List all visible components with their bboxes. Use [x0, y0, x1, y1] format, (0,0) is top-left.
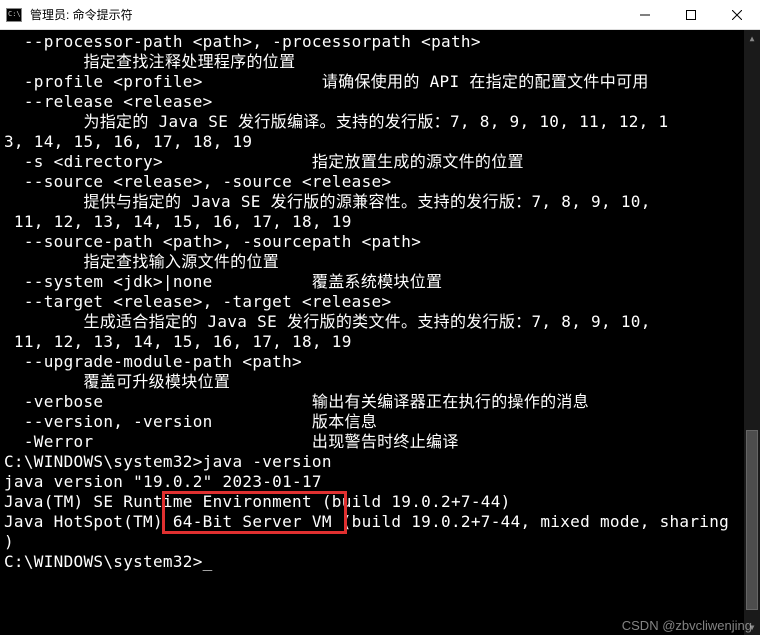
- scroll-thumb[interactable]: [746, 430, 758, 610]
- terminal-line: Java(TM) SE Runtime Environment (build 1…: [4, 492, 756, 512]
- window-controls: [622, 0, 760, 29]
- terminal-line: Java HotSpot(TM) 64-Bit Server VM (build…: [4, 512, 756, 532]
- terminal-line: --source <release>, -source <release>: [4, 172, 756, 192]
- terminal-line: 指定查找注释处理程序的位置: [4, 52, 756, 72]
- terminal-line: 生成适合指定的 Java SE 发行版的类文件。支持的发行版：7, 8, 9, …: [4, 312, 756, 332]
- minimize-button[interactable]: [622, 0, 668, 29]
- terminal-line: -s <directory> 指定放置生成的源文件的位置: [4, 152, 756, 172]
- terminal-line: -Werror 出现警告时终止编译: [4, 432, 756, 452]
- terminal-line: C:\WINDOWS\system32>java -version: [4, 452, 756, 472]
- terminal-line: --release <release>: [4, 92, 756, 112]
- terminal-line: C:\WINDOWS\system32>_: [4, 552, 756, 572]
- close-button[interactable]: [714, 0, 760, 29]
- terminal-line: --target <release>, -target <release>: [4, 292, 756, 312]
- terminal-line: --system <jdk>|none 覆盖系统模块位置: [4, 272, 756, 292]
- cmd-icon: [6, 8, 22, 22]
- maximize-button[interactable]: [668, 0, 714, 29]
- terminal-line: 为指定的 Java SE 发行版编译。支持的发行版：7, 8, 9, 10, 1…: [4, 112, 756, 132]
- terminal-line: 11, 12, 13, 14, 15, 16, 17, 18, 19: [4, 212, 756, 232]
- terminal-line: --upgrade-module-path <path>: [4, 352, 756, 372]
- terminal-line: 11, 12, 13, 14, 15, 16, 17, 18, 19: [4, 332, 756, 352]
- terminal-line: -verbose 输出有关编译器正在执行的操作的消息: [4, 392, 756, 412]
- maximize-icon: [686, 10, 696, 20]
- terminal-line: 3, 14, 15, 16, 17, 18, 19: [4, 132, 756, 152]
- terminal-line: java version "19.0.2" 2023-01-17: [4, 472, 756, 492]
- minimize-icon: [640, 10, 650, 20]
- terminal-line: 指定查找输入源文件的位置: [4, 252, 756, 272]
- scrollbar[interactable]: ▲ ▼: [744, 30, 760, 635]
- terminal-line: --version, -version 版本信息: [4, 412, 756, 432]
- terminal-line: --processor-path <path>, -processorpath …: [4, 32, 756, 52]
- scroll-up-arrow[interactable]: ▲: [744, 30, 760, 46]
- window-title: 管理员: 命令提示符: [28, 6, 622, 23]
- terminal-line: -profile <profile> 请确保使用的 API 在指定的配置文件中可…: [4, 72, 756, 92]
- scroll-down-arrow[interactable]: ▼: [744, 619, 760, 635]
- terminal-output[interactable]: --processor-path <path>, -processorpath …: [0, 30, 760, 635]
- terminal-line: ): [4, 532, 756, 552]
- terminal-line: 覆盖可升级模块位置: [4, 372, 756, 392]
- terminal-line: 提供与指定的 Java SE 发行版的源兼容性。支持的发行版：7, 8, 9, …: [4, 192, 756, 212]
- close-icon: [732, 10, 742, 20]
- terminal-line: --source-path <path>, -sourcepath <path>: [4, 232, 756, 252]
- titlebar: 管理员: 命令提示符: [0, 0, 760, 30]
